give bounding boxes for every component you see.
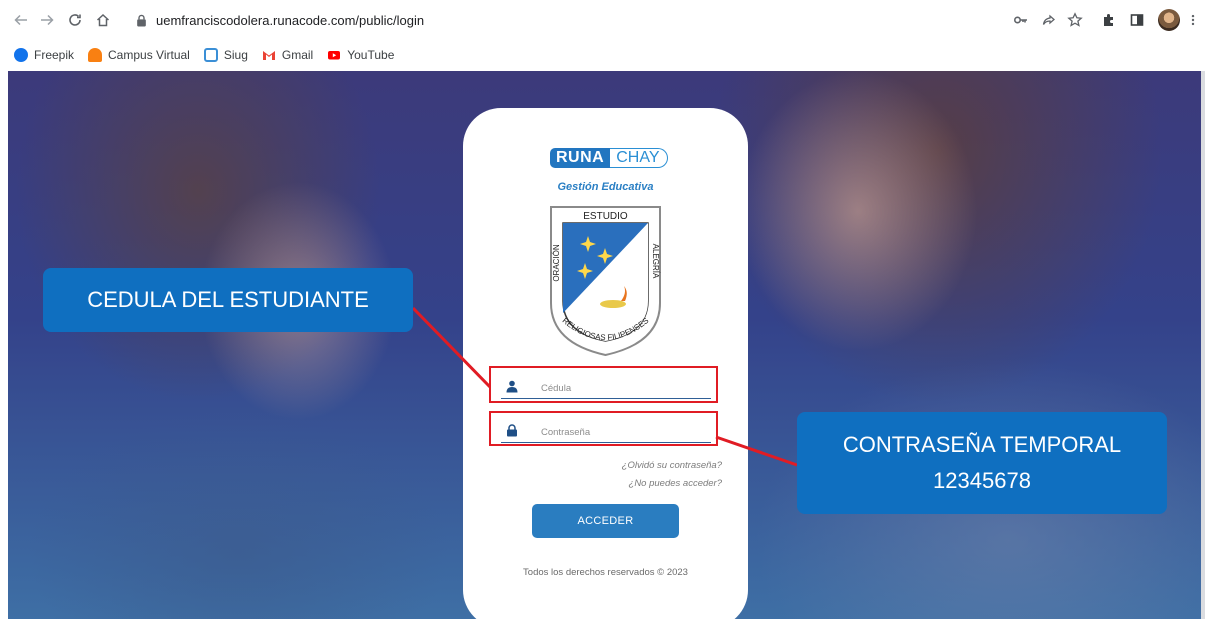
bookmarks-bar: Freepik Campus Virtual Siug Gmail YouTub…	[0, 40, 1205, 70]
address-bar[interactable]: uemfranciscodolera.runacode.com/public/l…	[135, 8, 995, 32]
logo-subtitle: Gestión Educativa	[557, 181, 654, 193]
bookmark-freepik[interactable]: Freepik	[14, 48, 74, 62]
siug-icon	[203, 48, 218, 62]
lock-icon	[137, 14, 146, 26]
cant-access-link[interactable]: ¿No puedes acceder?	[629, 478, 722, 489]
bookmark-label: YouTube	[347, 48, 395, 62]
bookmark-label: Campus Virtual	[108, 48, 190, 62]
puzzle-icon	[1104, 14, 1113, 26]
bookmark-label: Siug	[223, 48, 248, 62]
login-page-background: RUNA CHAY Gestión Educativa ESTUDIO ORAC…	[8, 71, 1201, 619]
crest-label-top: ESTUDIO	[583, 211, 628, 222]
copyright-footer: Todos los derechos reservados © 2023	[523, 567, 688, 578]
forward-arrow-icon	[41, 14, 54, 26]
forgot-password-link[interactable]: ¿Olvidó su contraseña?	[622, 460, 722, 471]
reload-button[interactable]	[64, 6, 86, 34]
moodle-icon	[88, 48, 103, 62]
gmail-icon	[262, 51, 275, 60]
menu-button[interactable]	[1186, 8, 1200, 32]
crest-label-right: ALEGRÍA	[651, 244, 660, 279]
kebab-menu-icon	[1191, 14, 1195, 26]
bookmark-youtube[interactable]: YouTube	[327, 48, 394, 62]
logo-part-1: RUNA	[550, 148, 611, 168]
youtube-icon	[328, 51, 341, 60]
login-card: RUNA CHAY Gestión Educativa ESTUDIO ORAC…	[463, 108, 748, 619]
side-panel-button[interactable]	[1126, 8, 1148, 32]
back-arrow-icon	[14, 14, 27, 26]
bookmark-label: Freepik	[34, 48, 75, 62]
bookmark-label: Gmail	[281, 48, 314, 62]
crest-label-left: ORACIÓN	[552, 244, 561, 282]
browser-toolbar: uemfranciscodolera.runacode.com/public/l…	[0, 0, 1205, 40]
password-callout-title: CONTRASEÑA TEMPORAL	[842, 432, 1122, 457]
password-callout: CONTRASEÑA TEMPORAL 12345678	[797, 412, 1167, 514]
freepik-icon	[14, 48, 28, 62]
password-callout-value: 12345678	[933, 468, 1031, 493]
bookmark-gmail[interactable]: Gmail	[262, 48, 313, 62]
school-crest-icon: ESTUDIO ORACIÓN ALEGRÍA RELIGIOSAS FILIP…	[550, 206, 661, 357]
runachay-logo: RUNA CHAY	[550, 148, 669, 168]
forward-button[interactable]	[36, 6, 58, 34]
bookmark-star-button[interactable]	[1064, 8, 1086, 32]
page-scrollbar[interactable]	[1201, 71, 1205, 619]
home-icon	[96, 13, 110, 27]
url-text: uemfranciscodolera.runacode.com/public/l…	[156, 12, 425, 28]
password-key-button[interactable]	[1010, 8, 1032, 32]
cedula-highlight-box	[489, 366, 718, 403]
logo-part-2: CHAY	[610, 148, 669, 168]
bookmark-siug[interactable]: Siug	[203, 48, 248, 62]
key-icon	[1013, 16, 1027, 24]
share-icon	[1042, 14, 1055, 25]
back-button[interactable]	[10, 6, 32, 34]
cedula-callout: CEDULA DEL ESTUDIANTE	[43, 268, 413, 332]
acceder-button[interactable]: ACCEDER	[532, 504, 679, 538]
star-icon	[1067, 12, 1083, 27]
bookmark-campus-virtual[interactable]: Campus Virtual	[88, 48, 190, 62]
password-highlight-box	[489, 411, 718, 446]
side-panel-icon	[1130, 14, 1144, 26]
share-button[interactable]	[1038, 8, 1060, 32]
profile-avatar[interactable]	[1158, 9, 1180, 31]
home-button[interactable]	[92, 6, 114, 34]
extensions-button[interactable]	[1098, 8, 1120, 32]
reload-icon	[69, 14, 81, 26]
cedula-callout-text: CEDULA DEL ESTUDIANTE	[87, 287, 369, 312]
